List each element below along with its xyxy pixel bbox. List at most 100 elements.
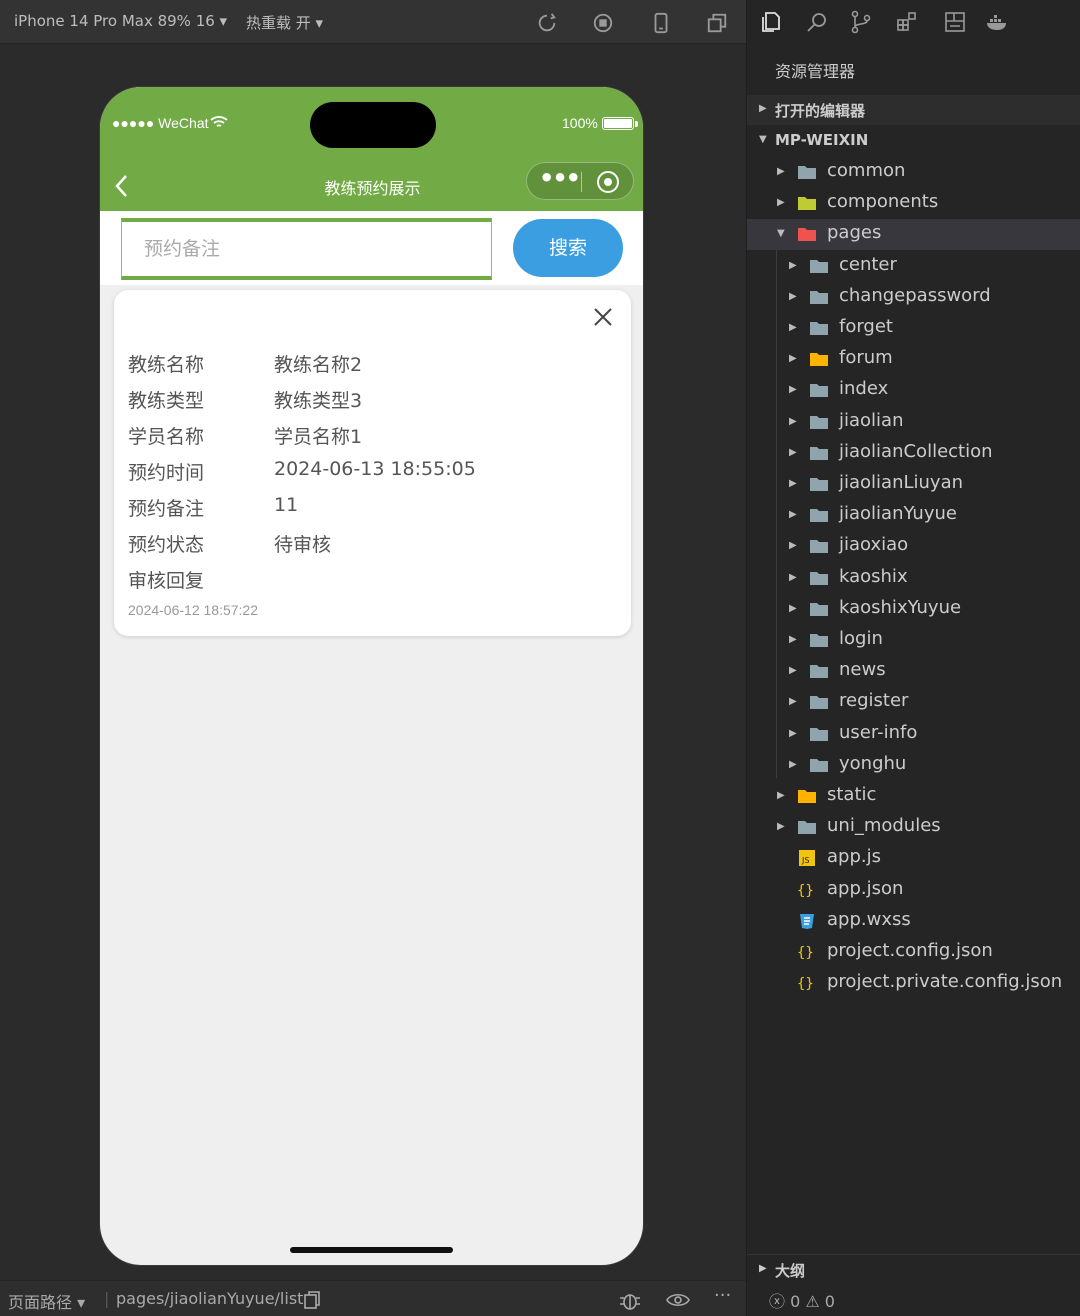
indent-guide <box>776 250 777 778</box>
layout-icon[interactable] <box>943 10 967 34</box>
svg-text:JS: JS <box>801 856 809 865</box>
card-row-coach-name: 教练名称 教练名称2 <box>128 350 618 380</box>
hot-reload-toggle[interactable]: 热重载 开 ▾ <box>246 12 323 33</box>
stop-icon[interactable] <box>592 12 614 34</box>
docker-icon[interactable] <box>985 10 1009 34</box>
svg-text:{}: {} <box>797 976 814 992</box>
detach-window-icon[interactable] <box>706 12 728 34</box>
tree-item-jiaolianyuyue[interactable]: ▶ jiaolianYuyue <box>747 500 1080 531</box>
booking-card[interactable]: 教练名称 教练名称2 教练类型 教练类型3 学员名称 学员名称1 预约时间 2024-0… <box>114 290 631 636</box>
tree-item-login[interactable]: ▶ login <box>747 625 1080 656</box>
close-icon[interactable] <box>592 306 614 328</box>
source-control-icon[interactable] <box>849 10 873 34</box>
tree-item-jiaoxiao[interactable]: ▶ jiaoxiao <box>747 531 1080 562</box>
tree-item-yonghu[interactable]: ▶ yonghu <box>747 750 1080 781</box>
row-label: 审核回复 <box>128 570 205 592</box>
close-mini-program-icon[interactable] <box>597 171 619 193</box>
section-label: 大纲 <box>775 1262 806 1280</box>
dynamic-island <box>310 102 436 148</box>
tree-item-label: yonghu <box>839 752 907 774</box>
page-path-label[interactable]: 页面路径 ▾ <box>8 1289 85 1313</box>
device-selector[interactable]: iPhone 14 Pro Max 89% 16 ▾ <box>14 12 227 30</box>
tree-item-user-info[interactable]: ▶ user-info <box>747 719 1080 750</box>
copy-icon[interactable] <box>304 1291 320 1309</box>
more-dots-icon[interactable]: ••• <box>539 166 581 191</box>
row-value: 待审核 <box>274 534 332 556</box>
svg-text:{}: {} <box>797 883 814 899</box>
tree-item-label: jiaolianLiuyan <box>839 472 964 493</box>
collapsed-arrow-icon: ▶ <box>759 1263 767 1274</box>
tree-item-common[interactable]: ▶ common <box>747 157 1080 188</box>
tree-item-news[interactable]: ▶ news <box>747 656 1080 687</box>
collapsed-arrow-icon: ▶ <box>789 353 797 365</box>
open-editors-section[interactable]: ▶ 打开的编辑器 <box>747 95 1080 125</box>
folder-icon <box>809 537 829 555</box>
row-value: 教练类型3 <box>274 390 363 412</box>
tree-item-index[interactable]: ▶ index <box>747 375 1080 406</box>
folder-open-icon <box>797 225 817 243</box>
tree-item-components[interactable]: ▶ components <box>747 188 1080 219</box>
tree-item-label: static <box>827 784 877 805</box>
row-value: 2024-06-13 18:55:05 <box>274 458 476 480</box>
simulator-toolbar: iPhone 14 Pro Max 89% 16 ▾ 热重载 开 ▾ <box>0 0 746 44</box>
svg-text:{}: {} <box>797 945 814 961</box>
card-row-student-name: 学员名称 学员名称1 <box>128 422 618 452</box>
files-icon[interactable] <box>759 10 783 34</box>
collapsed-arrow-icon: ▶ <box>789 571 797 583</box>
tree-item-changepassword[interactable]: ▶ changepassword <box>747 282 1080 313</box>
folder-icon <box>809 693 829 711</box>
card-row-review-reply: 审核回复 <box>128 566 618 596</box>
folder-icon <box>809 475 829 493</box>
folder-icon <box>809 631 829 649</box>
card-row-coach-type: 教练类型 教练类型3 <box>128 386 618 416</box>
problems-status[interactable]: ⓧ 0 ⚠ 0 <box>769 1288 835 1312</box>
row-label: 预约状态 <box>128 534 205 556</box>
tree-item-app-wxss[interactable]: app.wxss <box>747 906 1080 937</box>
phone-preview-icon[interactable] <box>650 12 672 34</box>
tree-item-jiaolianliuyan[interactable]: ▶ jiaolianLiuyan <box>747 469 1080 500</box>
collapsed-arrow-icon: ▶ <box>789 384 797 396</box>
row-label: 预约时间 <box>128 462 205 484</box>
tree-item-forum[interactable]: ▶ forum <box>747 344 1080 375</box>
tree-item-static[interactable]: ▶ static <box>747 781 1080 812</box>
tree-item-label: project.private.config.json <box>827 971 1063 993</box>
tree-item-register[interactable]: ▶ register <box>747 687 1080 718</box>
tree-item-uni-modules[interactable]: ▶ uni_modules <box>747 812 1080 843</box>
eye-icon[interactable] <box>666 1291 690 1309</box>
tree-item-kaoshix[interactable]: ▶ kaoshix <box>747 563 1080 594</box>
search-icon[interactable] <box>805 10 829 34</box>
folder-icon <box>809 506 829 524</box>
tree-item-center[interactable]: ▶ center <box>747 251 1080 282</box>
collapsed-arrow-icon: ▶ <box>789 415 797 427</box>
tree-item-project-config-json[interactable]: {} project.config.json <box>747 937 1080 968</box>
expanded-arrow-icon: ▼ <box>777 228 785 240</box>
search-input[interactable]: 预约备注 <box>121 218 492 280</box>
folder-icon <box>809 288 829 306</box>
tree-item-project-private-config-json[interactable]: {} project.private.config.json <box>747 968 1080 999</box>
tree-item-forget[interactable]: ▶ forget <box>747 313 1080 344</box>
tree-item-jiaoliancollection[interactable]: ▶ jiaolianCollection <box>747 438 1080 469</box>
section-label: MP-WEIXIN <box>775 131 869 149</box>
tree-item-kaoshixyuyue[interactable]: ▶ kaoshixYuyue <box>747 594 1080 625</box>
collapsed-arrow-icon: ▶ <box>789 540 797 552</box>
extensions-icon[interactable] <box>895 10 919 34</box>
folder-icon <box>809 600 829 618</box>
refresh-icon[interactable] <box>536 12 558 34</box>
simulator-panel: iPhone 14 Pro Max 89% 16 ▾ 热重载 开 ▾ ●●●●●… <box>0 0 746 1316</box>
search-button[interactable]: 搜索 <box>513 219 623 277</box>
more-options-icon[interactable]: ··· <box>714 1285 731 1306</box>
folder-icon <box>797 787 817 805</box>
css-file-icon <box>797 912 817 930</box>
mini-program-capsule: ••• <box>526 162 634 200</box>
tree-item-app-json[interactable]: {} app.json <box>747 875 1080 906</box>
row-label: 学员名称 <box>128 426 205 448</box>
folder-icon <box>809 444 829 462</box>
tree-item-jiaolian[interactable]: ▶ jiaolian <box>747 407 1080 438</box>
tree-item-pages[interactable]: ▼ pages <box>747 219 1080 251</box>
project-section[interactable]: ▼ MP-WEIXIN <box>747 126 1080 156</box>
debug-bug-icon[interactable] <box>618 1289 642 1311</box>
phone-frame: ●●●●● WeChat 100% 教练预约展示 ••• 预约备注 搜索 教练名… <box>99 86 644 1266</box>
tree-item-app-js[interactable]: JS app.js <box>747 843 1080 874</box>
folder-icon <box>809 319 829 337</box>
outline-section[interactable]: ▶ 大纲 <box>747 1254 1080 1284</box>
